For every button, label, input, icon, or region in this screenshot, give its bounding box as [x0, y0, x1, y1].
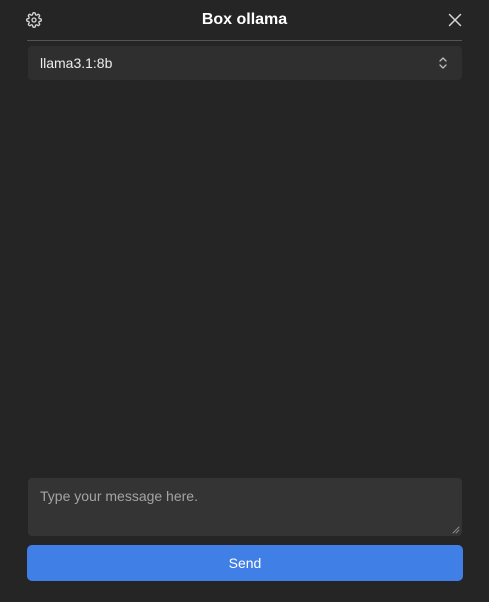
header-divider — [27, 40, 462, 41]
model-select-value: llama3.1:8b — [40, 55, 113, 71]
chevron-up-down-icon — [439, 57, 447, 69]
page-title: Box ollama — [201, 11, 288, 28]
close-icon — [448, 13, 462, 27]
close-button[interactable] — [447, 12, 463, 28]
header: Box ollama — [0, 0, 489, 40]
model-select[interactable]: llama3.1:8b — [28, 46, 462, 80]
chat-messages-area — [28, 86, 462, 470]
send-button[interactable]: Send — [27, 545, 463, 581]
message-input[interactable] — [28, 478, 462, 536]
